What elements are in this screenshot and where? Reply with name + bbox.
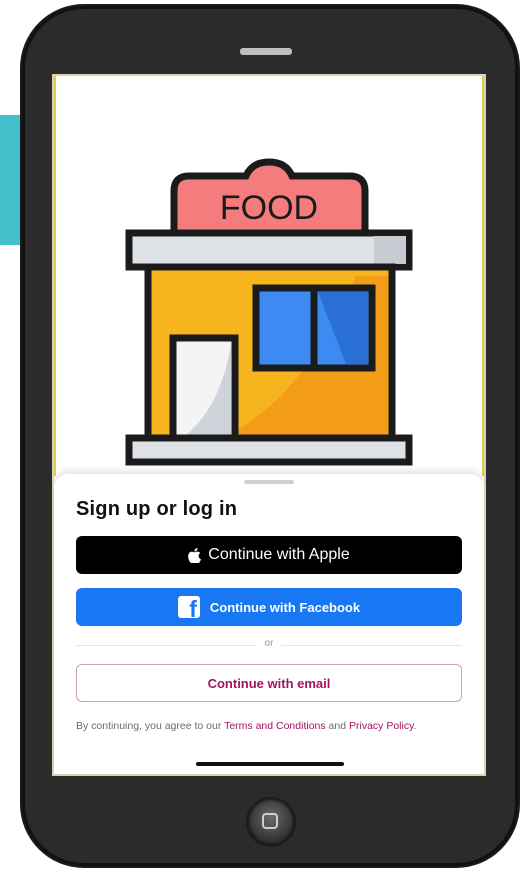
terms-and-conditions-link[interactable]: Terms and Conditions [224, 720, 326, 732]
home-button-icon[interactable] [248, 799, 294, 845]
privacy-policy-link[interactable]: Privacy Policy [349, 720, 414, 732]
legal-middle: and [325, 720, 349, 732]
facebook-logo-icon: f [177, 596, 200, 618]
home-indicator-bar[interactable] [196, 762, 344, 766]
email-button-label: Continue with email [207, 675, 331, 691]
login-sheet: Sign up or log in Continue with Apple f … [54, 474, 484, 774]
apple-logo-icon [188, 547, 202, 563]
food-sign-text: FOOD [220, 189, 318, 227]
continue-with-facebook-button[interactable]: f Continue with Facebook [76, 588, 462, 626]
legal-notice: By continuing, you agree to our Terms an… [76, 720, 466, 733]
food-store-icon: FOOD [125, 158, 413, 466]
legal-prefix: By continuing, you agree to our [76, 720, 225, 732]
app-screen: FOOD Sign up or log in Continue with App… [52, 74, 486, 776]
store-awning [125, 229, 413, 271]
facebook-button-label: Continue with Facebook [209, 599, 361, 615]
continue-with-email-button[interactable]: Continue with email [76, 664, 462, 702]
hero-illustration: FOOD [54, 76, 484, 476]
store-base [125, 434, 413, 466]
sheet-grabber[interactable] [244, 480, 294, 484]
speaker-grille [240, 48, 292, 55]
continue-with-apple-button[interactable]: Continue with Apple [76, 536, 462, 574]
phone-frame: FOOD Sign up or log in Continue with App… [22, 6, 518, 866]
sheet-title: Sign up or log in [76, 498, 238, 520]
apple-button-label: Continue with Apple [208, 546, 350, 563]
or-divider: or [54, 638, 484, 649]
legal-suffix: . [413, 720, 417, 732]
or-divider-text: or [256, 638, 282, 649]
